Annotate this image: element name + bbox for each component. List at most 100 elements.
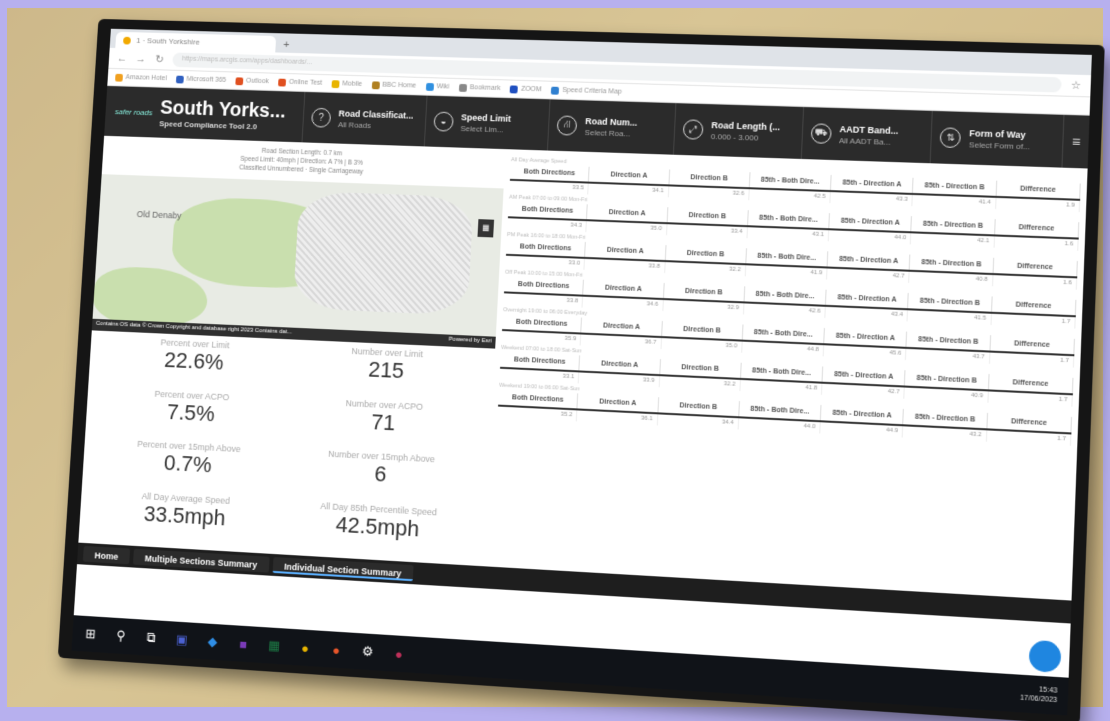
column-header[interactable]: Difference [990, 335, 1075, 355]
filter-sort[interactable]: ⇅ Form of Way Select Form of... [931, 110, 1065, 168]
column-header[interactable]: 85th - Direction B [913, 177, 997, 196]
basemap-gallery-icon[interactable]: ▦ [477, 219, 495, 238]
column-header[interactable]: 85th - Both Dire... [742, 324, 826, 344]
search-icon[interactable]: ⚲ [112, 627, 130, 646]
filter-label: Road Classificat... [338, 108, 414, 121]
bookmark-item[interactable]: Online Test [278, 78, 322, 87]
settings-icon[interactable]: ⚙ [358, 642, 377, 661]
column-header[interactable]: Direction B [661, 321, 744, 340]
column-header[interactable]: 85th - Both Dire... [747, 210, 831, 229]
column-header[interactable]: Direction A [589, 166, 670, 185]
truck-icon: ⛟ [810, 123, 832, 144]
bookmark-item[interactable]: Outlook [235, 76, 269, 86]
column-header[interactable]: Difference [988, 374, 1074, 394]
column-header[interactable]: Both Directions [498, 389, 579, 409]
column-header[interactable]: 85th - Direction B [911, 216, 996, 235]
table-cell: 33.4 [666, 224, 748, 239]
column-header[interactable]: 85th - Direction B [905, 370, 990, 390]
column-header[interactable]: 85th - Direction B [910, 254, 994, 274]
column-header[interactable]: 85th - Direction B [903, 408, 988, 429]
column-header[interactable]: Both Directions [502, 314, 583, 333]
floating-action-button[interactable] [1028, 639, 1062, 674]
chrome-icon[interactable]: ● [296, 638, 315, 657]
excel-icon[interactable]: ▦ [265, 636, 283, 655]
bookmark-item[interactable]: Microsoft 365 [175, 75, 226, 84]
task-view-icon[interactable]: ⧉ [142, 628, 160, 647]
bookmark-favicon-icon [510, 84, 519, 94]
column-header[interactable]: Direction B [659, 359, 742, 378]
column-header[interactable]: Direction B [669, 169, 751, 188]
bookmark-item[interactable]: Amazon Hotel [115, 73, 167, 82]
column-header[interactable]: 85th - Direction A [827, 251, 911, 270]
map[interactable]: Old Denaby ▦ [92, 174, 504, 337]
filter-truck[interactable]: ⛟ AADT Band... All AADT Ba... [801, 107, 934, 164]
column-header[interactable]: 85th - Direction B [908, 293, 993, 312]
stat-card: All Day 85th Percentile Speed 42.5mph [279, 498, 477, 561]
column-header[interactable]: 85th - Both Dire... [749, 172, 832, 191]
filter-help-circle[interactable]: ? Road Classificat... All Roads [302, 91, 428, 147]
bookmark-item[interactable]: Bookmark [458, 83, 501, 92]
column-header[interactable]: Both Directions [504, 276, 585, 295]
bookmark-label: Wiki [436, 83, 450, 91]
star-icon[interactable]: ☆ [1070, 79, 1083, 93]
bookmark-favicon-icon [425, 82, 434, 91]
column-header[interactable]: Direction A [583, 279, 665, 299]
column-header[interactable]: 85th - Direction A [820, 405, 905, 425]
app-icon[interactable]: ● [390, 644, 409, 663]
bookmark-item[interactable]: Speed Criteria Map [551, 86, 622, 96]
bookmark-item[interactable]: Wiki [425, 82, 450, 91]
forward-arrow-icon[interactable]: → [135, 53, 147, 65]
column-header[interactable]: 85th - Direction A [822, 366, 906, 386]
bookmark-label: Speed Criteria Map [562, 86, 622, 96]
filter-resize[interactable]: ⤢ Road Length (... 0.000 - 3.000 [673, 103, 804, 159]
column-header[interactable]: Both Directions [506, 238, 587, 257]
column-header[interactable]: 85th - Direction A [826, 289, 910, 309]
column-header[interactable]: Both Directions [500, 351, 581, 371]
column-header[interactable]: Direction B [658, 397, 740, 417]
filter-speedometer[interactable]: ◒ Speed Limit Select Lim... [424, 95, 551, 151]
taskbar-clock[interactable]: 15:43 17/06/2023 [1020, 684, 1058, 705]
column-header[interactable]: 85th - Direction B [906, 331, 991, 351]
column-header[interactable]: 85th - Direction A [831, 175, 914, 193]
column-header[interactable]: 85th - Both Dire... [740, 362, 824, 382]
table-cell: 32.9 [662, 300, 745, 315]
column-header[interactable]: 85th - Both Dire... [744, 286, 827, 305]
column-header[interactable]: Direction B [665, 245, 747, 264]
park-area [92, 265, 209, 329]
teams-icon[interactable]: ▣ [173, 630, 191, 649]
column-header[interactable]: 85th - Both Dire... [746, 248, 829, 267]
filter-road[interactable]: ⛙ Road Num... Select Roa... [548, 99, 677, 155]
column-header[interactable]: Direction A [579, 355, 661, 375]
column-header[interactable]: Direction A [587, 204, 668, 223]
column-header[interactable]: Difference [987, 412, 1073, 433]
column-header[interactable]: 85th - Both Dire... [739, 401, 822, 421]
sort-icon: ⇅ [939, 127, 962, 149]
bookmark-item[interactable]: Mobile [331, 79, 363, 89]
windows-start-icon[interactable]: ⊞ [82, 625, 100, 644]
column-header[interactable]: Direction A [577, 393, 659, 413]
column-header[interactable]: Difference [994, 219, 1080, 238]
column-header[interactable]: Difference [996, 180, 1081, 199]
column-header[interactable]: Both Directions [508, 201, 588, 220]
column-header[interactable]: Direction A [585, 242, 667, 261]
edge-icon[interactable]: ◆ [203, 632, 221, 651]
tab-home[interactable]: Home [82, 545, 131, 565]
column-header[interactable]: Direction A [581, 317, 663, 337]
column-header[interactable]: Difference [991, 296, 1077, 316]
column-header[interactable]: Direction B [663, 283, 746, 302]
column-header[interactable]: Difference [993, 257, 1078, 277]
bookmark-item[interactable]: BBC Home [371, 80, 416, 90]
onenote-icon[interactable]: ■ [234, 634, 252, 653]
column-header[interactable]: 85th - Direction A [824, 328, 908, 347]
new-tab-button[interactable]: + [275, 39, 297, 53]
bookmark-item[interactable]: ZOOM [510, 84, 542, 94]
reload-icon[interactable]: ↻ [154, 53, 166, 66]
hamburger-menu-icon[interactable]: ≡ [1062, 115, 1089, 169]
back-arrow-icon[interactable]: ← [116, 52, 128, 64]
column-header[interactable]: Both Directions [510, 164, 590, 182]
column-header[interactable]: Direction B [667, 207, 749, 226]
app-title: South Yorks... [159, 96, 287, 122]
firefox-icon[interactable]: ● [327, 640, 346, 659]
powered-by-esri[interactable]: Powered by Esri [448, 337, 492, 347]
column-header[interactable]: 85th - Direction A [829, 213, 913, 232]
